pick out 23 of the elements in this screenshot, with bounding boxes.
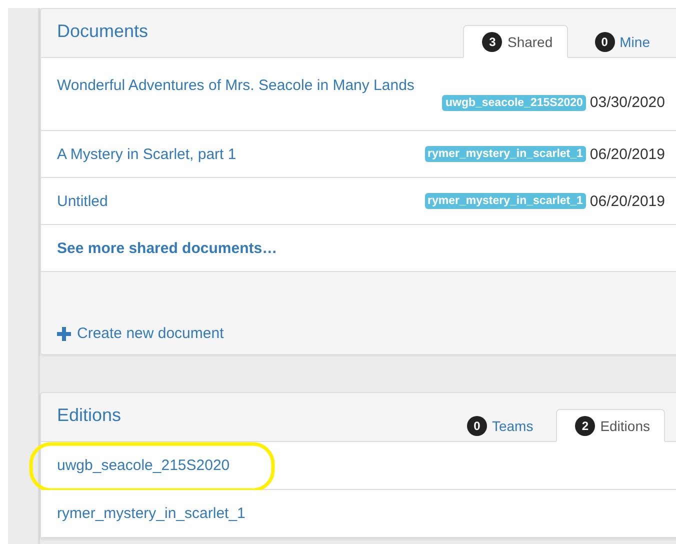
plus-icon	[57, 326, 71, 340]
count-badge: 2	[575, 416, 596, 436]
document-link[interactable]: Wonderful Adventures of Mrs. Seacole in Many Lands	[57, 77, 665, 94]
count-badge: 0	[594, 32, 615, 52]
tab[interactable]: 0 Mine	[576, 25, 665, 58]
panel-title: Documents	[57, 21, 148, 42]
count-badge: 0	[466, 416, 487, 436]
edition-tag: uwgb_seacole_215S2020	[442, 94, 586, 110]
see-more-link[interactable]: See more shared documents…	[57, 240, 278, 256]
tab[interactable]: 3 Shared	[463, 25, 568, 58]
document-date: 06/20/2019	[590, 192, 665, 210]
edition-tag: rymer_mystery_in_scarlet_1	[424, 193, 586, 209]
create-document-link[interactable]: Create new document	[57, 325, 224, 342]
document-date: 03/30/2020	[590, 94, 665, 111]
tab[interactable]: 0 Teams	[448, 409, 548, 442]
document-link[interactable]: A Mystery in Scarlet, part 1	[57, 146, 236, 162]
document-link[interactable]: Untitled	[57, 192, 108, 210]
count-badge: 3	[482, 32, 502, 52]
edition-link[interactable]: rymer_mystery_in_scarlet_1	[57, 505, 246, 522]
document-date: 06/20/2019	[590, 146, 665, 162]
edition-tag: rymer_mystery_in_scarlet_1	[424, 146, 586, 162]
panel-title: Editions	[57, 405, 122, 426]
tab[interactable]: 2 Editions	[556, 409, 665, 442]
